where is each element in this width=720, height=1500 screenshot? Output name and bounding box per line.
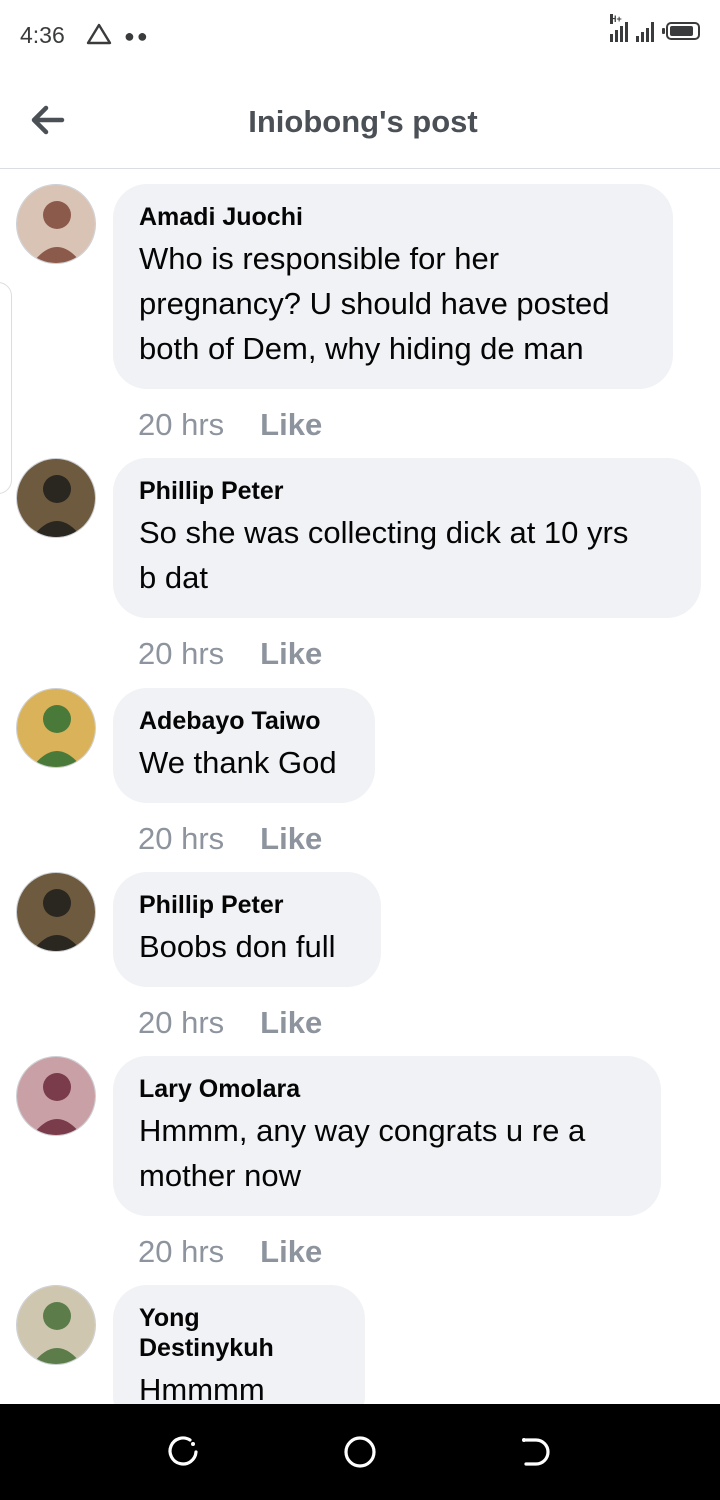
comment-text: So she was collecting dick at 10 yrs b da… bbox=[139, 510, 675, 600]
comment-text-line: Who is responsible for her bbox=[139, 241, 500, 276]
comment-timestamp[interactable]: 20 hrs bbox=[138, 1234, 224, 1269]
comment-text: Boobs don full bbox=[139, 924, 355, 969]
comment-author[interactable]: Lary Omolara bbox=[139, 1074, 635, 1104]
back-nav-icon[interactable] bbox=[518, 1434, 554, 1470]
comment-text-line: both of Dem, why hiding de man bbox=[139, 331, 584, 366]
side-drawer-handle[interactable] bbox=[0, 282, 12, 494]
system-nav-bar bbox=[0, 1404, 720, 1500]
comment-author[interactable]: Amadi Juochi bbox=[139, 202, 647, 232]
comment-timestamp[interactable]: 20 hrs bbox=[138, 636, 224, 671]
like-button[interactable]: Like bbox=[260, 407, 322, 442]
signal-h-plus-icon: H+ bbox=[610, 14, 628, 42]
avatar[interactable] bbox=[16, 184, 96, 264]
network-type-label: H+ bbox=[610, 14, 622, 24]
comment-meta: 20 hrs Like bbox=[138, 636, 322, 672]
comment-bubble[interactable]: Phillip Peter Boobs don full bbox=[113, 872, 381, 987]
battery-fill bbox=[670, 26, 693, 36]
status-time: 4:36 bbox=[20, 22, 65, 48]
recent-apps-icon[interactable] bbox=[166, 1434, 202, 1470]
avatar[interactable] bbox=[16, 1056, 96, 1136]
avatar[interactable] bbox=[16, 1285, 96, 1365]
comment-text: We thank God bbox=[139, 740, 349, 785]
comment-text-line: So she was collecting dick at 10 yrs bbox=[139, 515, 629, 550]
avatar[interactable] bbox=[16, 688, 96, 768]
comment-timestamp[interactable]: 20 hrs bbox=[138, 407, 224, 442]
comment-text-line: We thank God bbox=[139, 745, 337, 780]
signal-icon bbox=[636, 20, 654, 42]
comment-text-line: b dat bbox=[139, 560, 208, 595]
avatar[interactable] bbox=[16, 458, 96, 538]
comment-bubble[interactable]: Adebayo Taiwo We thank God bbox=[113, 688, 375, 803]
home-icon[interactable] bbox=[342, 1434, 378, 1470]
comment-text-line: Boobs don full bbox=[139, 929, 336, 964]
comment-author[interactable]: Adebayo Taiwo bbox=[139, 706, 349, 736]
comment-meta: 20 hrs Like bbox=[138, 1005, 322, 1041]
status-bar: 4:36 ●● H+ bbox=[0, 0, 720, 72]
comment-bubble[interactable]: Lary Omolara Hmmm, any way congrats u re … bbox=[113, 1056, 661, 1216]
comment-text: Who is responsible for her pregnancy? U s… bbox=[139, 236, 647, 371]
comment-text-line: mother now bbox=[139, 1158, 301, 1193]
like-button[interactable]: Like bbox=[260, 1234, 322, 1269]
notification-dots-icon: ●● bbox=[124, 26, 150, 46]
comment-author[interactable]: Phillip Peter bbox=[139, 890, 355, 920]
battery-icon bbox=[662, 22, 700, 40]
comment-timestamp[interactable]: 20 hrs bbox=[138, 821, 224, 856]
status-icons: H+ bbox=[610, 14, 700, 42]
comment-text-line: Hmmm, any way congrats u re a bbox=[139, 1113, 586, 1148]
like-button[interactable]: Like bbox=[260, 1005, 322, 1040]
avatar[interactable] bbox=[16, 872, 96, 952]
comment-timestamp[interactable]: 20 hrs bbox=[138, 1005, 224, 1040]
like-button[interactable]: Like bbox=[260, 821, 322, 856]
comment-meta: 20 hrs Like bbox=[138, 1234, 322, 1270]
comment-bubble[interactable]: Amadi Juochi Who is responsible for her pr… bbox=[113, 184, 673, 389]
like-button[interactable]: Like bbox=[260, 636, 322, 671]
comment-author[interactable]: Phillip Peter bbox=[139, 476, 675, 506]
comment-text-line: pregnancy? U should have posted bbox=[139, 286, 610, 321]
comment-text: Hmmm, any way congrats u re a mother now bbox=[139, 1108, 635, 1198]
comment-meta: 20 hrs Like bbox=[138, 821, 322, 857]
post-header: Iniobong's post bbox=[0, 72, 720, 169]
page-title: Iniobong's post bbox=[248, 104, 478, 139]
comment-bubble[interactable]: Phillip Peter So she was collecting dick … bbox=[113, 458, 701, 618]
warning-icon bbox=[86, 22, 112, 51]
comment-meta: 20 hrs Like bbox=[138, 407, 322, 443]
comment-author[interactable]: Yong Destinykuh bbox=[139, 1303, 339, 1363]
